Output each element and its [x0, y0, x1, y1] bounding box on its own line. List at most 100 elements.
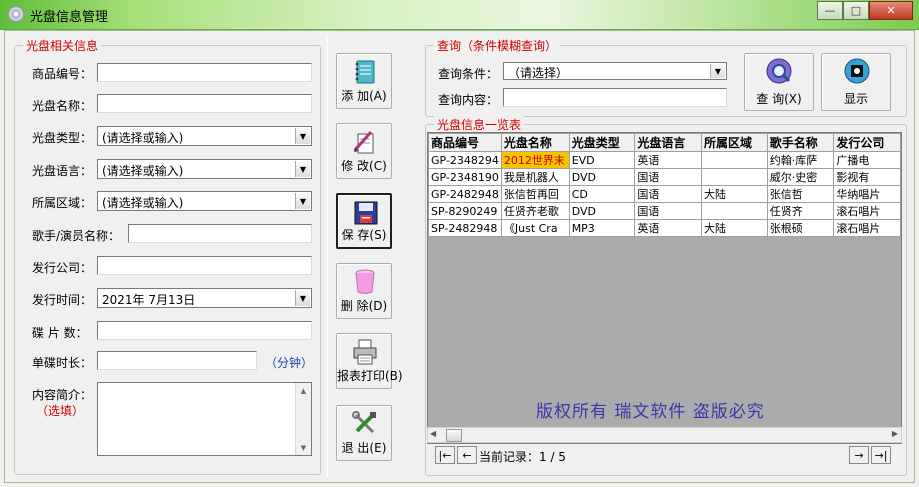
next-record-button[interactable]: →: [849, 446, 869, 464]
chevron-down-icon[interactable]: ▼: [295, 161, 310, 177]
table-cell[interactable]: DVD: [568, 168, 636, 186]
query-content-input[interactable]: [503, 88, 727, 107]
table-cell[interactable]: 英语: [634, 219, 703, 237]
duration-input[interactable]: [97, 351, 257, 370]
query-condition-label: 查询条件：: [438, 67, 499, 81]
column-header[interactable]: 所属区域: [701, 133, 768, 152]
table-cell[interactable]: 影视有: [833, 168, 901, 186]
product-id-input[interactable]: [97, 63, 312, 82]
table-cell[interactable]: 张信哲: [766, 185, 835, 203]
table-cell[interactable]: 大陆: [701, 219, 768, 237]
table-row[interactable]: GP-2348190 我是机器人 DVD 国语 威尔·史密 影视有: [428, 168, 901, 186]
chevron-down-icon[interactable]: ▼: [295, 290, 310, 306]
table-cell[interactable]: 任贤齐: [766, 202, 835, 220]
table-cell[interactable]: 大陆: [701, 185, 768, 203]
first-record-button[interactable]: |←: [435, 446, 455, 464]
disc-language-select[interactable]: (请选择或输入) ▼: [97, 159, 312, 179]
summary-optional-note: （选填）: [36, 404, 85, 418]
column-header[interactable]: 光盘名称: [500, 133, 570, 152]
minimize-button[interactable]: —: [817, 1, 843, 20]
last-record-button[interactable]: →|: [871, 446, 891, 464]
table-cell[interactable]: 英语: [634, 151, 703, 169]
edit-button[interactable]: 修 改(C): [336, 123, 392, 179]
scroll-left-icon[interactable]: ◀: [430, 429, 436, 438]
table-cell[interactable]: EVD: [568, 151, 636, 169]
add-button-label: 添 加(A): [341, 89, 387, 103]
table-cell[interactable]: GP-2482948: [428, 185, 502, 203]
column-header[interactable]: 光盘类型: [568, 133, 636, 152]
table-cell[interactable]: 华纳唱片: [833, 185, 901, 203]
scroll-thumb[interactable]: [446, 429, 462, 442]
disc-type-select[interactable]: (请选择或输入) ▼: [97, 126, 312, 146]
summary-textarea[interactable]: ▲ ▼: [97, 382, 312, 456]
table-cell[interactable]: [701, 151, 768, 169]
table-cell[interactable]: GP-2348190: [428, 168, 502, 186]
maximize-button[interactable]: □: [843, 1, 869, 20]
table-cell[interactable]: 任贤齐老歌: [500, 202, 570, 220]
query-button[interactable]: 查 询(X): [744, 53, 814, 111]
publisher-label: 发行公司：: [32, 261, 93, 275]
disc-count-input[interactable]: [97, 321, 312, 340]
chevron-down-icon[interactable]: ▼: [295, 128, 310, 144]
delete-button[interactable]: 删 除(D): [336, 263, 392, 319]
table-cell[interactable]: GP-2348294: [428, 151, 502, 169]
product-id-label: 商品编号：: [32, 67, 93, 81]
table-cell[interactable]: 我是机器人: [500, 168, 570, 186]
divider: [327, 37, 328, 477]
scroll-up-icon[interactable]: ▲: [296, 383, 311, 398]
add-button[interactable]: 添 加(A): [336, 53, 392, 109]
disc-name-input[interactable]: [97, 94, 312, 113]
table-cell[interactable]: 《Just Cra: [500, 219, 570, 237]
table-cell[interactable]: 广播电: [833, 151, 901, 169]
table-cell[interactable]: MP3: [568, 219, 636, 237]
column-header[interactable]: 发行公司: [833, 133, 901, 152]
table-cell[interactable]: 威尔·史密: [766, 168, 835, 186]
singer-input[interactable]: [128, 224, 312, 243]
print-report-button[interactable]: 报表打印(B): [336, 333, 403, 389]
printer-icon: [353, 339, 377, 365]
column-header[interactable]: 商品编号: [428, 133, 502, 152]
table-cell[interactable]: [701, 168, 768, 186]
exit-button[interactable]: 退 出(E): [336, 405, 392, 461]
table-cell[interactable]: 国语: [634, 168, 703, 186]
column-header[interactable]: 光盘语言: [634, 133, 703, 152]
duration-unit: （分钟）: [265, 356, 314, 370]
chevron-down-icon[interactable]: ▼: [295, 193, 310, 209]
prev-record-button[interactable]: ←: [457, 446, 477, 464]
show-button[interactable]: 显示: [821, 53, 891, 111]
column-header[interactable]: 歌手名称: [766, 133, 835, 152]
region-select[interactable]: (请选择或输入) ▼: [97, 191, 312, 211]
table-cell[interactable]: SP-2482948: [428, 219, 502, 237]
grid-horizontal-scrollbar[interactable]: ◀ ▶: [427, 427, 902, 443]
table-cell[interactable]: [701, 202, 768, 220]
table-cell[interactable]: CD: [568, 185, 636, 203]
table-cell-selected[interactable]: 2012世界末: [500, 151, 570, 169]
summary-label: 内容简介：: [32, 388, 93, 402]
edit-button-label: 修 改(C): [341, 159, 387, 173]
table-row[interactable]: SP-8290249 任贤齐老歌 DVD 国语 任贤齐 滚石唱片: [428, 202, 901, 220]
disc-data-grid[interactable]: 商品编号 光盘名称 光盘类型 光盘语言 所属区域 歌手名称 发行公司 GP-23…: [427, 132, 902, 444]
release-date-picker[interactable]: 2021年 7月13日 ▼: [97, 288, 312, 308]
table-row[interactable]: SP-2482948 《Just Cra MP3 英语 大陆 张根硕 滚石唱片: [428, 219, 901, 237]
publisher-input[interactable]: [97, 256, 312, 275]
title-bar: 光盘信息管理 — □ ✕: [0, 0, 919, 30]
summary-scrollbar[interactable]: ▲ ▼: [295, 383, 311, 455]
query-condition-select[interactable]: （请选择） ▼: [503, 62, 727, 80]
table-cell[interactable]: 张信哲再回: [500, 185, 570, 203]
table-cell[interactable]: DVD: [568, 202, 636, 220]
table-cell[interactable]: 约翰·库萨: [766, 151, 835, 169]
table-cell[interactable]: 国语: [634, 202, 703, 220]
chevron-down-icon[interactable]: ▼: [710, 64, 725, 78]
table-cell[interactable]: 国语: [634, 185, 703, 203]
table-row[interactable]: GP-2348294 2012世界末 EVD 英语 约翰·库萨 广播电: [428, 151, 901, 169]
scroll-right-icon[interactable]: ▶: [892, 429, 898, 438]
table-cell[interactable]: SP-8290249: [428, 202, 502, 220]
save-button[interactable]: 保 存(S): [336, 193, 392, 249]
scroll-down-icon[interactable]: ▼: [296, 440, 311, 455]
table-cell[interactable]: 滚石唱片: [833, 219, 901, 237]
current-record-text: 当前记录：1 / 5: [479, 450, 566, 464]
table-cell[interactable]: 滚石唱片: [833, 202, 901, 220]
close-button[interactable]: ✕: [869, 1, 913, 20]
table-cell[interactable]: 张根硕: [766, 219, 835, 237]
table-row[interactable]: GP-2482948 张信哲再回 CD 国语 大陆 张信哲 华纳唱片: [428, 185, 901, 203]
